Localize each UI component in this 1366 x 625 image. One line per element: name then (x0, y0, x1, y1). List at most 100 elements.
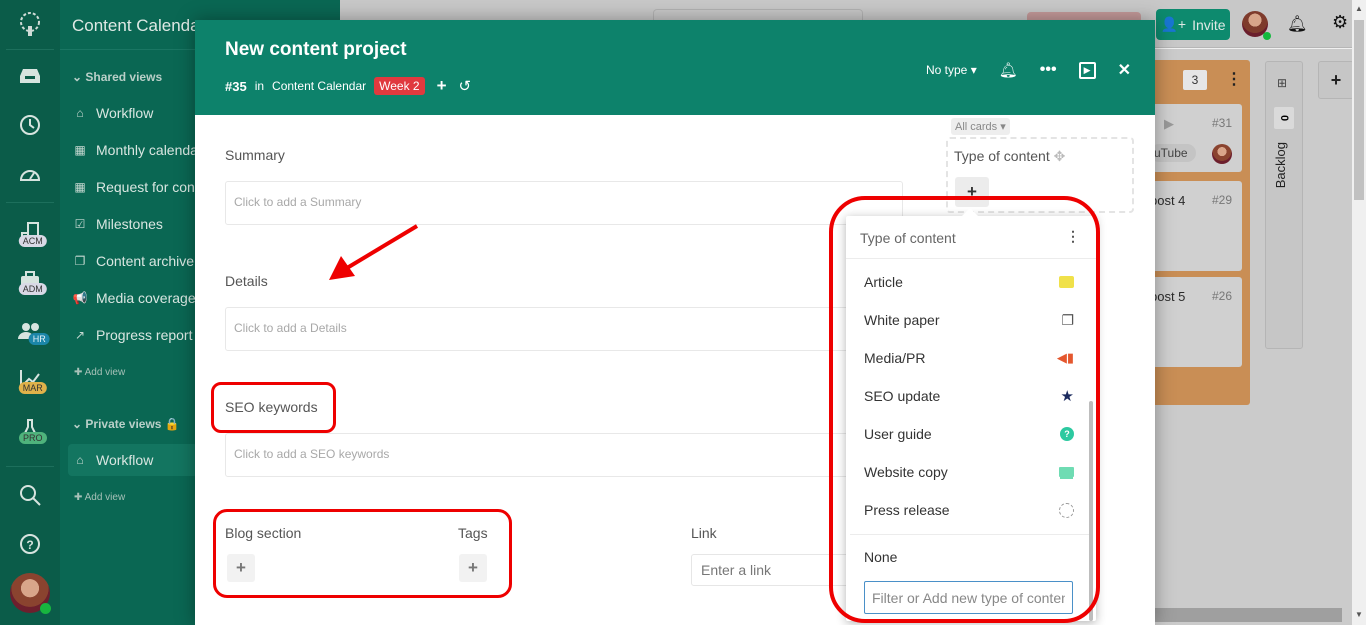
star-icon: ★ (1060, 388, 1074, 405)
bell-icon[interactable]: 🔔︎ (999, 61, 1018, 79)
plus-icon: + (1330, 69, 1342, 90)
bell-icon[interactable]: 🔔︎ (1287, 14, 1307, 34)
type-of-content-label: Type of content ✥ (954, 148, 1066, 164)
gear-icon[interactable]: ⚙ (1332, 12, 1348, 33)
kebab-menu-icon[interactable]: ⋮ (1066, 228, 1080, 245)
help-icon[interactable]: ? (0, 530, 60, 558)
week-badge[interactable]: Week 2 (374, 77, 425, 95)
space-badge: ACM (18, 235, 47, 247)
caret-down-icon: ▾ (970, 63, 977, 77)
add-label-icon[interactable]: + (437, 76, 447, 96)
card-id: #35 (225, 78, 247, 94)
add-shared-view-button[interactable]: ✚ Add view (74, 367, 125, 378)
space-badge: PRO (18, 432, 47, 444)
scrollbar-thumb[interactable] (1354, 20, 1364, 200)
details-field[interactable]: Click to add a Details (225, 307, 865, 351)
link-input[interactable] (691, 554, 861, 586)
plus-icon: ✚ (74, 367, 85, 378)
option-article[interactable]: Article (846, 263, 1092, 301)
card-meta: #35 in Content Calendar Week 2 + ↺ (225, 76, 471, 96)
column-menu-icon[interactable]: ⋮ (1226, 69, 1242, 89)
space-acm[interactable]: ACM (0, 215, 60, 251)
header-actions: No type ▾ 🔔︎ ••• ▶ ✕ (926, 60, 1131, 80)
seo-keywords-field[interactable]: Click to add a SEO keywords (225, 433, 865, 477)
search-icon[interactable] (0, 481, 60, 509)
add-tag-button[interactable]: + (459, 554, 487, 582)
more-options-icon[interactable]: ••• (1040, 61, 1057, 79)
app-root: ACM ADM HR MAR PRO ? Content Calendar ⌄ … (0, 0, 1366, 625)
present-icon[interactable]: ▶ (1078, 61, 1096, 79)
dashed-circle-icon (1059, 502, 1074, 518)
lock-icon: 🔒 (164, 417, 180, 431)
option-seo-update[interactable]: SEO update ★ (846, 377, 1092, 415)
logo-tree-icon[interactable] (0, 8, 60, 42)
project-link[interactable]: Content Calendar (272, 79, 366, 93)
megaphone-icon: 📢 (72, 291, 88, 305)
clock-icon[interactable] (0, 110, 60, 140)
add-private-view-button[interactable]: ✚ Add view (74, 492, 125, 503)
in-label: in (254, 79, 265, 93)
dropdown-divider (850, 534, 1090, 535)
space-adm[interactable]: ADM (0, 263, 60, 299)
backlog-count: 0 (1274, 107, 1294, 129)
option-white-paper[interactable]: White paper ❐ (846, 301, 1092, 339)
svg-text:?: ? (26, 538, 33, 552)
nav-item-private-workflow[interactable]: ⌂ Workflow (68, 444, 198, 476)
plus-icon: + (236, 558, 246, 577)
space-badge: HR (28, 333, 50, 345)
backlog-column[interactable]: ⊞ 0 Backlog (1265, 61, 1303, 349)
option-media-pr[interactable]: Media/PR ◀▮ (846, 339, 1092, 377)
expand-icon[interactable]: ⊞ (1277, 76, 1287, 90)
horizontal-scrollbar[interactable] (1155, 608, 1342, 622)
dropdown-divider (846, 258, 1096, 259)
type-filter-input[interactable] (864, 581, 1073, 614)
history-icon[interactable]: ↺ (459, 77, 472, 95)
copy-icon: ❐ (1061, 311, 1074, 328)
caret-down-icon: ▾ (1000, 121, 1006, 133)
space-hr[interactable]: HR (0, 313, 60, 349)
add-column-button[interactable]: + (1318, 61, 1354, 99)
space-badge: MAR (18, 382, 47, 394)
type-select[interactable]: No type ▾ (926, 63, 977, 77)
option-website-copy[interactable]: Website copy (846, 453, 1092, 491)
add-blog-section-button[interactable]: + (227, 554, 255, 582)
space-pro[interactable]: PRO (0, 412, 60, 448)
option-press-release[interactable]: Press release (846, 491, 1092, 529)
card-title[interactable]: New content project (225, 39, 407, 61)
scroll-up-icon[interactable]: ▲ (1355, 4, 1363, 13)
online-status-dot (40, 603, 51, 614)
plus-icon: + (967, 182, 977, 201)
modal-header: New content project #35 in Content Calen… (195, 20, 1155, 115)
inbox-icon[interactable] (0, 62, 60, 90)
option-user-guide[interactable]: User guide? (846, 415, 1092, 453)
add-type-of-content-button[interactable]: + (955, 177, 989, 207)
move-icon[interactable]: ✥ (1054, 148, 1066, 164)
scroll-down-icon[interactable]: ▼ (1355, 610, 1363, 619)
summary-field[interactable]: Click to add a Summary (225, 181, 903, 225)
vertical-scrollbar[interactable]: ▲ ▼ (1352, 0, 1366, 625)
card-title: post 5 (1150, 289, 1186, 304)
type-of-content-field: Type of content ✥ + (946, 137, 1134, 213)
board-card[interactable]: post 5 #26 (1150, 277, 1242, 367)
option-none[interactable]: None (846, 538, 1092, 576)
shared-views-heading[interactable]: ⌄ Shared views (72, 70, 162, 84)
all-cards-filter[interactable]: All cards ▾ (951, 118, 1010, 135)
top-user-avatar[interactable] (1242, 11, 1271, 40)
blog-section-label: Blog section (225, 525, 302, 541)
user-avatar[interactable] (10, 573, 51, 614)
board-card[interactable]: ▶ #31 uTube (1150, 104, 1242, 172)
private-views-heading[interactable]: ⌄ Private views 🔒 (72, 417, 180, 431)
card-tag: uTube (1150, 144, 1196, 162)
chevron-down-icon: ⌄ (72, 70, 83, 84)
close-icon[interactable]: ✕ (1118, 60, 1131, 80)
plus-icon: ✚ (74, 492, 85, 503)
left-rail: ACM ADM HR MAR PRO ? (0, 0, 60, 625)
board-card[interactable]: post 4 #29 (1150, 181, 1242, 271)
dropdown-scrollbar[interactable] (1089, 401, 1093, 621)
dashboard-gauge-icon[interactable] (0, 160, 60, 188)
invite-button[interactable]: 👤+ Invite (1156, 9, 1230, 40)
monitor-icon (1059, 467, 1074, 477)
calendar-check-icon: ☑ (74, 217, 86, 231)
space-mar[interactable]: MAR (0, 362, 60, 398)
dropdown-title: Type of content (860, 230, 956, 246)
